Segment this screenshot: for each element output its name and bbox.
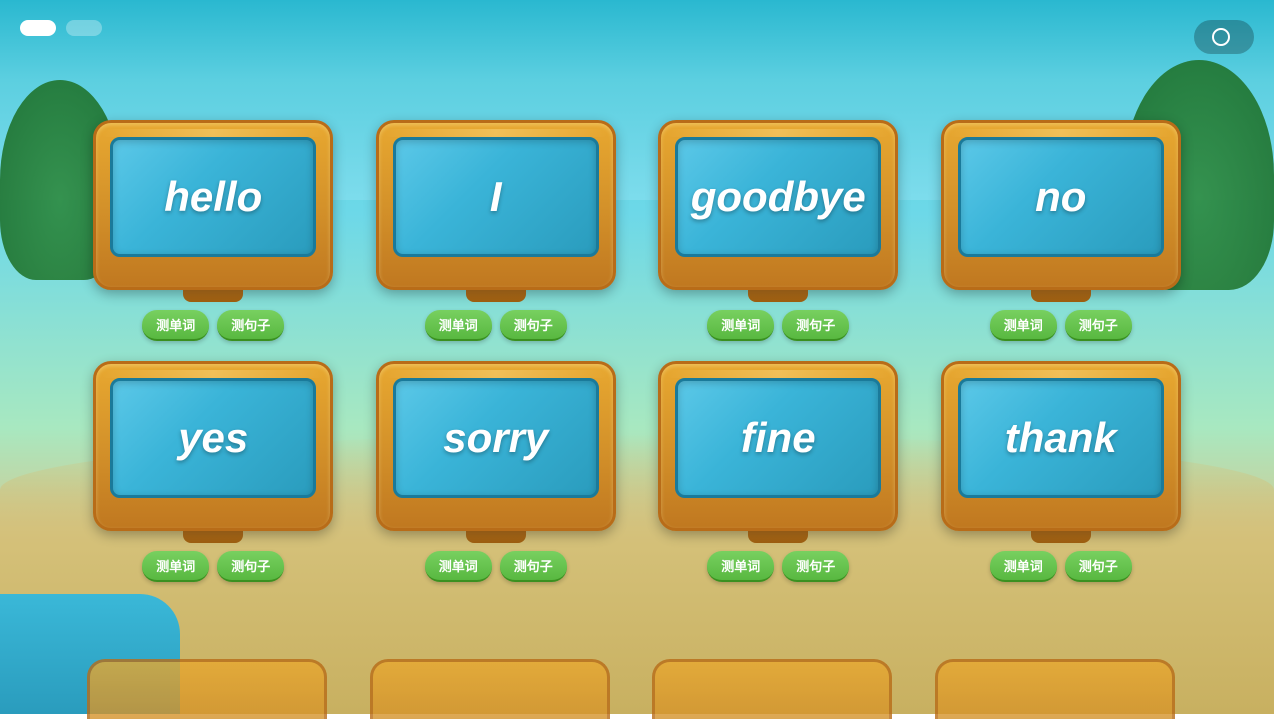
card-screen: goodbye [675, 137, 881, 257]
tab-volume-up[interactable] [20, 20, 56, 36]
card-buttons: 测单词 测句子 [425, 551, 567, 582]
card-screen: hello [110, 137, 316, 257]
card-buttons: 测单词 测句子 [990, 551, 1132, 582]
card-frame: I [376, 120, 616, 290]
test-sentence-button[interactable]: 测句子 [217, 310, 284, 341]
card-screen: fine [675, 378, 881, 498]
card-frame: fine [658, 361, 898, 531]
card-frame: goodbye [658, 120, 898, 290]
card-buttons: 测单词 测句子 [707, 551, 849, 582]
card-word: fine [741, 414, 816, 462]
test-word-button[interactable]: 测单词 [990, 310, 1057, 341]
return-button[interactable] [1194, 20, 1254, 54]
card-screen: yes [110, 378, 316, 498]
word-card-2-1: sorry 测单词 测句子 [370, 361, 623, 582]
card-handle [1031, 529, 1091, 543]
card-word: sorry [443, 414, 548, 462]
test-sentence-button[interactable]: 测句子 [782, 551, 849, 582]
word-card-2-2: fine 测单词 测句子 [652, 361, 905, 582]
card-word: hello [164, 173, 262, 221]
card-handle [466, 529, 526, 543]
test-word-button[interactable]: 测单词 [425, 310, 492, 341]
card-screen: thank [958, 378, 1164, 498]
card-word: thank [1005, 414, 1117, 462]
card-frame: yes [93, 361, 333, 531]
test-word-button[interactable]: 测单词 [142, 310, 209, 341]
word-card-2-0: yes 测单词 测句子 [87, 361, 340, 582]
test-word-button[interactable]: 测单词 [425, 551, 492, 582]
word-card-2-3: thank 测单词 测句子 [935, 361, 1188, 582]
card-buttons: 测单词 测句子 [707, 310, 849, 341]
nav-bar [20, 20, 102, 36]
partial-card-3 [652, 659, 892, 719]
card-word: yes [178, 414, 248, 462]
partial-card-4 [935, 659, 1175, 719]
return-icon [1212, 28, 1230, 46]
test-sentence-button[interactable]: 测句子 [1065, 551, 1132, 582]
card-screen: no [958, 137, 1164, 257]
test-word-button[interactable]: 测单词 [142, 551, 209, 582]
cards-grid: hello 测单词 测句子 I 测单词 测句子 goodbye 测单词 测句子 [87, 120, 1187, 582]
card-buttons: 测单词 测句子 [142, 551, 284, 582]
test-word-button[interactable]: 测单词 [707, 310, 774, 341]
card-handle [1031, 288, 1091, 302]
partial-row [87, 659, 1187, 719]
test-sentence-button[interactable]: 测句子 [500, 310, 567, 341]
card-screen: I [393, 137, 599, 257]
card-frame: no [941, 120, 1181, 290]
word-card-1-2: goodbye 测单词 测句子 [652, 120, 905, 341]
card-buttons: 测单词 测句子 [425, 310, 567, 341]
word-card-1-1: I 测单词 测句子 [370, 120, 623, 341]
test-word-button[interactable]: 测单词 [707, 551, 774, 582]
card-buttons: 测单词 测句子 [990, 310, 1132, 341]
partial-card-1 [87, 659, 327, 719]
test-word-button[interactable]: 测单词 [990, 551, 1057, 582]
card-frame: thank [941, 361, 1181, 531]
card-handle [466, 288, 526, 302]
card-buttons: 测单词 测句子 [142, 310, 284, 341]
card-screen: sorry [393, 378, 599, 498]
card-handle [748, 529, 808, 543]
test-sentence-button[interactable]: 测句子 [782, 310, 849, 341]
word-card-1-3: no 测单词 测句子 [935, 120, 1188, 341]
card-frame: hello [93, 120, 333, 290]
card-word: no [1035, 173, 1086, 221]
tab-volume-down[interactable] [66, 20, 102, 36]
card-handle [183, 288, 243, 302]
word-card-1-0: hello 测单词 测句子 [87, 120, 340, 341]
card-word: goodbye [691, 173, 866, 221]
card-handle [748, 288, 808, 302]
test-sentence-button[interactable]: 测句子 [500, 551, 567, 582]
card-handle [183, 529, 243, 543]
card-frame: sorry [376, 361, 616, 531]
test-sentence-button[interactable]: 测句子 [217, 551, 284, 582]
partial-card-2 [370, 659, 610, 719]
test-sentence-button[interactable]: 测句子 [1065, 310, 1132, 341]
card-word: I [490, 173, 502, 221]
